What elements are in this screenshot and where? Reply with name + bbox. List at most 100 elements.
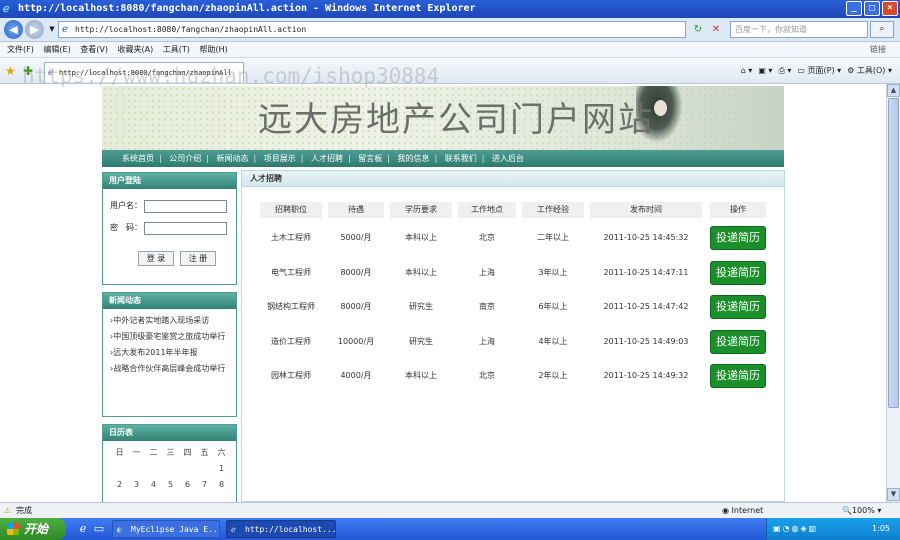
news-item[interactable]: ›战略合作伙伴高层峰会成功举行 (110, 361, 230, 377)
zoom-level[interactable]: 🔍100% ▾ (842, 503, 881, 518)
windows-flag-icon (7, 523, 19, 535)
calendar-day[interactable]: 2 (111, 480, 128, 490)
calendar-day (128, 464, 145, 474)
calendar-day[interactable]: 6 (179, 480, 196, 490)
page-viewport: 远大房地产公司门户网站 系统首页 | 公司介绍 | 新闻动态 | 项目展示 | 人才招聘… (0, 84, 886, 502)
news-panel: 新闻动态 ›中外记者实地踏入现场采访 ›中国顶级豪宅鉴赏之旅成功举行 ›远大发布… (102, 292, 237, 417)
menu-bar: 文件(F) 编辑(E) 查看(V) 收藏夹(A) 工具(T) 帮助(H) 链接 (0, 42, 900, 58)
calendar-day (145, 464, 162, 474)
news-list: ›中外记者实地踏入现场采访 ›中国顶级豪宅鉴赏之旅成功举行 ›远大发布2011年… (103, 309, 236, 377)
scrollbar-thumb[interactable] (888, 98, 899, 408)
maximize-button[interactable]: □ (864, 1, 880, 16)
nav-about[interactable]: 公司介绍 (169, 150, 201, 167)
username-input[interactable] (144, 200, 227, 213)
close-button[interactable]: × (882, 1, 898, 16)
links-menu[interactable]: 链接 (870, 42, 886, 58)
calendar-day[interactable]: 8 (213, 480, 230, 490)
home-icon[interactable]: ⌂ ▾ (741, 64, 753, 78)
jobs-heading: 人才招聘 (242, 171, 784, 187)
tray-icons[interactable]: ▣◔◍◈▥ (773, 518, 818, 540)
refresh-icon[interactable]: ↻ (690, 22, 706, 37)
calendar-weekday: 一 (132, 448, 141, 457)
search-icon[interactable]: ⌕ (870, 21, 894, 38)
login-panel: 用户登陆 用户名： 密 码： 登 录 注 册 (102, 172, 237, 285)
jobs-panel: 人才招聘 招聘职位 待遇 学历要求 工作地点 工作经验 发布时间 操作 土木工程… (241, 170, 785, 502)
page-menu[interactable]: ▭ 页面(P) ▾ (797, 64, 841, 78)
tab-page-icon: ℯ (48, 68, 54, 78)
page-menu-label: 页面(P) (807, 66, 835, 75)
tools-menu[interactable]: ⚙ 工具(O) ▾ (847, 64, 892, 78)
taskbar-item-ie[interactable]: ℯ http://localhost... (226, 520, 336, 538)
column-header-position: 招聘职位 (260, 202, 322, 218)
stop-icon[interactable]: ✕ (708, 22, 724, 37)
calendar-day[interactable]: 4 (145, 480, 162, 490)
apply-resume-button[interactable]: 投递简历 (710, 330, 766, 354)
quicklaunch-ie-icon[interactable]: ℯ (76, 522, 90, 536)
apply-resume-button[interactable]: 投递简历 (710, 226, 766, 250)
login-button[interactable]: 登 录 (138, 251, 174, 266)
calendar-weekday: 三 (166, 448, 175, 457)
column-header-education: 学历要求 (390, 202, 452, 218)
nav-my-info[interactable]: 我的信息 (398, 150, 430, 167)
password-input[interactable] (144, 222, 227, 235)
calendar-day[interactable]: 7 (196, 480, 213, 490)
menu-tools[interactable]: 工具(T) (163, 42, 190, 58)
calendar-panel: 日历表 日 一 二 三 四 五 六 1 2 3 4 5 6 7 8 (102, 424, 237, 502)
apply-resume-button[interactable]: 投递简历 (710, 364, 766, 388)
news-item[interactable]: ›中外记者实地踏入现场采访 (110, 313, 230, 329)
nav-guestbook[interactable]: 留言板 (358, 150, 382, 167)
start-button[interactable]: 开始 (0, 518, 66, 540)
favorites-star-icon[interactable]: ★ (5, 64, 16, 78)
apply-resume-button[interactable]: 投递简历 (710, 295, 766, 319)
feeds-icon[interactable]: ▣ ▾ (758, 64, 772, 78)
nav-news[interactable]: 新闻动态 (217, 150, 249, 167)
nav-home[interactable]: 系统首页 (122, 150, 154, 167)
forward-button[interactable]: ▶ (25, 20, 44, 39)
calendar-day[interactable]: 1 (213, 464, 230, 474)
address-bar[interactable]: ℯ http://localhost:8080/fangchan/zhaopin… (58, 21, 686, 38)
system-tray: ▣◔◍◈▥ 1:05 (766, 518, 900, 540)
print-icon[interactable]: ⎙ ▾ (778, 64, 791, 78)
nav-projects[interactable]: 项目展示 (264, 150, 296, 167)
calendar-day[interactable]: 5 (162, 480, 179, 490)
news-item[interactable]: ›中国顶级豪宅鉴赏之旅成功举行 (110, 329, 230, 345)
calendar-weekday: 四 (183, 448, 192, 457)
windows-taskbar: 开始 ℯ ▭ ◐ MyEclipse Java E... ℯ http://lo… (0, 518, 900, 540)
search-input[interactable]: 百度一下，你就知道 (730, 21, 868, 38)
calendar-day (179, 464, 196, 474)
scroll-up-icon[interactable]: ▲ (887, 84, 900, 97)
news-heading: 新闻动态 (103, 293, 236, 309)
site-banner: 远大房地产公司门户网站 (102, 86, 784, 150)
nav-jobs[interactable]: 人才招聘 (311, 150, 343, 167)
taskbar-item-myeclipse[interactable]: ◐ MyEclipse Java E... (112, 520, 220, 538)
register-button[interactable]: 注 册 (180, 251, 216, 266)
news-item[interactable]: ›远大发布2011年半年报 (110, 345, 230, 361)
vertical-scrollbar[interactable]: ▲ ▼ (886, 84, 900, 502)
warning-icon: ⚠ (4, 506, 12, 515)
tools-menu-label: 工具(O) (856, 66, 886, 75)
calendar-weekday: 二 (149, 448, 158, 457)
nav-admin[interactable]: 进入后台 (492, 150, 524, 167)
menu-view[interactable]: 查看(V) (80, 42, 108, 58)
menu-favorites[interactable]: 收藏夹(A) (118, 42, 154, 58)
window-titlebar: ℯ http://localhost:8080/fangchan/zhaopin… (0, 0, 900, 18)
browser-tab[interactable]: ℯ http://localhost:8080/fangchan/zhaopin… (44, 62, 244, 82)
calendar-weekday: 日 (115, 448, 124, 457)
add-favorites-icon[interactable]: ✚ (23, 64, 33, 78)
menu-help[interactable]: 帮助(H) (199, 42, 227, 58)
apply-resume-button[interactable]: 投递简历 (710, 261, 766, 285)
minimize-button[interactable]: _ (846, 1, 862, 16)
quicklaunch-desktop-icon[interactable]: ▭ (92, 522, 106, 536)
login-heading: 用户登陆 (103, 173, 236, 189)
calendar-day[interactable]: 3 (128, 480, 145, 490)
start-label: 开始 (24, 522, 49, 536)
scroll-down-icon[interactable]: ▼ (887, 488, 900, 501)
menu-edit[interactable]: 编辑(E) (43, 42, 70, 58)
nav-contact[interactable]: 联系我们 (445, 150, 477, 167)
password-label: 密 码： (110, 223, 142, 232)
site-title: 远大房地产公司门户网站 (258, 100, 654, 140)
back-button[interactable]: ◀ (4, 20, 23, 39)
calendar-day (196, 464, 213, 474)
menu-file[interactable]: 文件(F) (7, 42, 34, 58)
username-label: 用户名： (110, 201, 142, 210)
